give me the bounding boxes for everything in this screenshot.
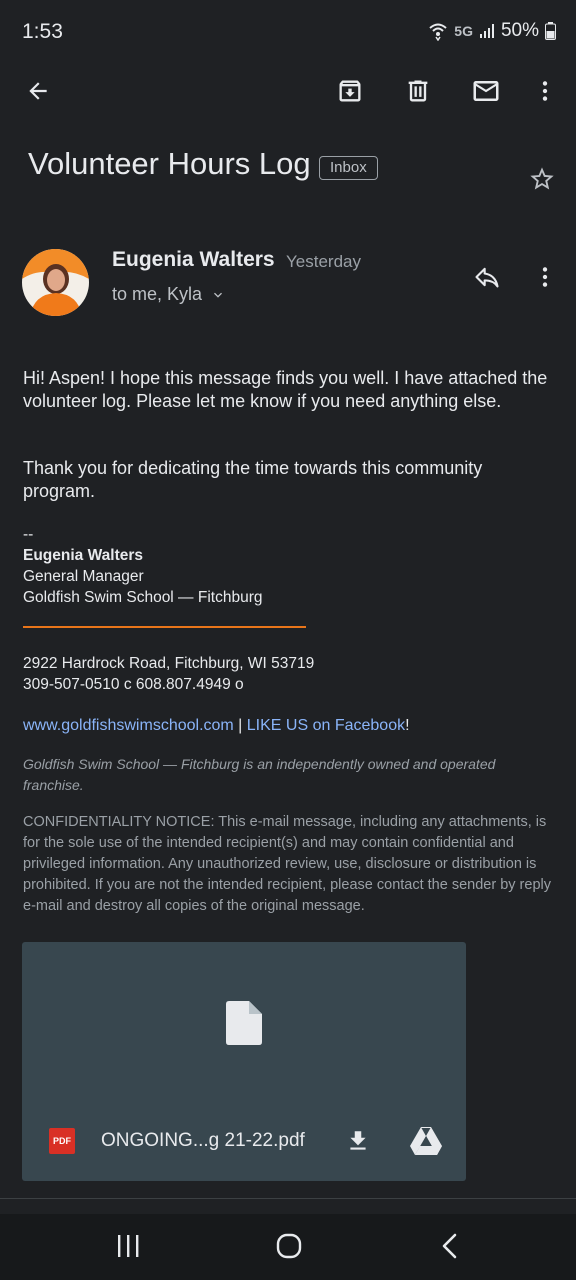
network-type: 5G — [454, 23, 473, 39]
signature-divider — [23, 626, 306, 628]
file-preview-icon — [226, 1001, 262, 1045]
sender-name: Eugenia Walters — [112, 248, 275, 271]
signature-phones: 309-507-0510 c 608.807.4949 o — [23, 676, 244, 693]
status-indicators: 5G 50% — [428, 20, 556, 42]
recipients-toggle[interactable]: to me, Kyla — [112, 284, 226, 305]
reply-icon[interactable] — [465, 255, 509, 299]
archive-icon[interactable] — [328, 69, 372, 113]
pdf-badge-text: PDF — [53, 1136, 71, 1146]
signature-company: Goldfish Swim School — Fitchburg — [23, 589, 263, 606]
mark-unread-icon[interactable] — [464, 69, 508, 113]
sender-avatar[interactable] — [22, 249, 89, 316]
drive-icon[interactable] — [404, 1119, 448, 1163]
star-icon[interactable] — [520, 157, 564, 201]
facebook-link[interactable]: LIKE US on Facebook — [247, 717, 405, 734]
back-arrow-icon[interactable] — [16, 69, 60, 113]
sent-time: Yesterday — [286, 252, 361, 271]
message-more-icon[interactable] — [523, 255, 567, 299]
battery-level: 50% — [500, 20, 539, 41]
home-icon[interactable] — [267, 1224, 311, 1268]
delete-icon[interactable] — [396, 69, 440, 113]
status-time: 1:53 — [22, 20, 63, 43]
signal-icon — [479, 23, 495, 39]
wifi-icon — [428, 21, 448, 41]
signature-links: www.goldfishswimschool.com | LIKE US on … — [23, 715, 410, 736]
recipients-text: to me, Kyla — [112, 284, 203, 304]
chevron-down-icon — [210, 287, 226, 303]
body-paragraph-2: Thank you for dedicating the time toward… — [23, 458, 483, 501]
content-divider — [0, 1198, 576, 1199]
more-vert-icon[interactable] — [523, 69, 567, 113]
body-paragraph-1: Hi! Aspen! I hope this message finds you… — [23, 368, 548, 411]
signature-name: Eugenia Walters — [23, 547, 144, 564]
attachment-filename: ONGOING...g 21-22.pdf — [101, 1130, 305, 1151]
email-subject: Volunteer Hours Log — [28, 146, 311, 181]
signature-address: 2922 Hardrock Road, Fitchburg, WI 53719 — [23, 655, 315, 672]
download-icon[interactable] — [336, 1119, 380, 1163]
signature-dashes: -- — [23, 526, 34, 543]
pdf-icon: PDF — [49, 1128, 75, 1154]
nav-back-icon[interactable] — [428, 1224, 472, 1268]
recent-apps-icon[interactable] — [106, 1224, 150, 1268]
battery-icon — [545, 22, 556, 40]
inbox-label[interactable]: Inbox — [319, 156, 378, 180]
link-separator: | — [233, 717, 247, 734]
signature-title: General Manager — [23, 568, 144, 585]
link-exclaim: ! — [405, 717, 410, 734]
franchise-note: Goldfish Swim School — Fitchburg is an i… — [23, 756, 496, 793]
confidentiality-notice: CONFIDENTIALITY NOTICE: This e-mail mess… — [23, 814, 551, 914]
website-link[interactable]: www.goldfishswimschool.com — [23, 717, 234, 734]
